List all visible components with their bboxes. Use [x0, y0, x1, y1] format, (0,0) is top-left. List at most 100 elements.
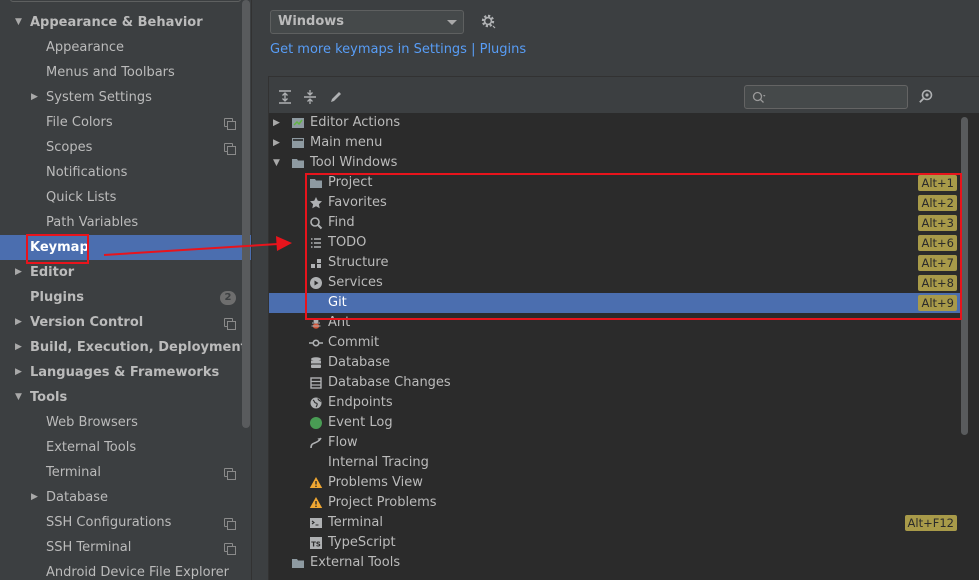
tree-row-terminal[interactable]: Terminal Alt+F12	[269, 513, 961, 533]
tree-row-editor-actions[interactable]: ▶ Editor Actions	[269, 113, 961, 133]
tree-row-label: Commit	[328, 335, 380, 350]
sidebar-item-label: Appearance	[46, 40, 125, 55]
chevron-down-icon	[447, 20, 457, 25]
sidebar-item-label: Build, Execution, Deployment	[30, 340, 247, 355]
gear-icon[interactable]	[480, 13, 496, 29]
chevron-down-icon[interactable]: ▼	[273, 153, 280, 173]
expand-all-icon[interactable]	[277, 89, 293, 105]
editor-actions-icon	[291, 116, 305, 130]
sidebar-item-path-variables[interactable]: Path Variables	[0, 210, 251, 235]
collapse-all-icon[interactable]	[302, 89, 318, 105]
sidebar-item-label: Languages & Frameworks	[30, 365, 220, 380]
sidebar-item-tools[interactable]: ▼ Tools	[0, 385, 251, 410]
sidebar-item-ssh-configurations[interactable]: SSH Configurations	[0, 510, 251, 535]
chevron-right-icon[interactable]: ▶	[273, 133, 280, 153]
sidebar-item-label: Database	[46, 490, 109, 505]
sidebar-item-languages-frameworks[interactable]: ▶ Languages & Frameworks	[0, 360, 251, 385]
sidebar-item-android-device-file-explorer[interactable]: Android Device File Explorer	[0, 560, 251, 580]
tree-row-label: Main menu	[310, 135, 383, 150]
search-icon	[752, 91, 766, 103]
sidebar-item-appearance-behavior[interactable]: ▼ Appearance & Behavior	[0, 10, 251, 35]
sidebar-item-label: External Tools	[46, 440, 137, 455]
sidebar-item-menus-and-toolbars[interactable]: Menus and Toolbars	[0, 60, 251, 85]
settings-sidebar: ▼ Appearance & Behavior Appearance Menus an…	[0, 0, 251, 580]
tree-row-project-problems[interactable]: Project Problems	[269, 493, 961, 513]
sidebar-item-scopes[interactable]: Scopes	[0, 135, 251, 160]
tree-row-label: Internal Tracing	[328, 455, 429, 470]
commit-icon	[309, 336, 323, 350]
globe-icon	[309, 396, 323, 410]
sidebar-item-appearance[interactable]: Appearance	[0, 35, 251, 60]
tree-row-label: Problems View	[328, 475, 423, 490]
keymap-annotation-box	[26, 234, 89, 264]
sidebar-item-notifications[interactable]: Notifications	[0, 160, 251, 185]
sidebar-item-label: Notifications	[46, 165, 128, 180]
sidebar-item-terminal[interactable]: Terminal	[0, 460, 251, 485]
sidebar-item-label: Path Variables	[46, 215, 139, 230]
tree-row-label: Tool Windows	[310, 155, 398, 170]
sidebar-item-version-control[interactable]: ▶ Version Control	[0, 310, 251, 335]
chevron-right-icon[interactable]: ▶	[15, 260, 22, 285]
sidebar-item-external-tools[interactable]: External Tools	[0, 435, 251, 460]
project-scope-icon	[224, 468, 236, 480]
chevron-right-icon[interactable]: ▶	[31, 485, 38, 510]
sidebar-item-label: Android Device File Explorer	[46, 565, 229, 580]
tree-row-external-tools[interactable]: External Tools	[269, 553, 961, 573]
chevron-right-icon[interactable]: ▶	[15, 310, 22, 335]
project-scope-icon	[224, 318, 236, 330]
tree-row-database-changes[interactable]: Database Changes	[269, 373, 961, 393]
sidebar-item-build-execution-deployment[interactable]: ▶ Build, Execution, Deployment	[0, 335, 251, 360]
sidebar-item-ssh-terminal[interactable]: SSH Terminal	[0, 535, 251, 560]
project-scope-icon	[224, 543, 236, 555]
sidebar-scrollbar[interactable]	[242, 0, 250, 428]
tree-row-main-menu[interactable]: ▶ Main menu	[269, 133, 961, 153]
sidebar-search-field[interactable]	[10, 0, 241, 2]
tree-row-label: Event Log	[328, 415, 393, 430]
tree-row-commit[interactable]: Commit	[269, 333, 961, 353]
tree-row-label: External Tools	[310, 555, 401, 570]
sidebar-item-plugins[interactable]: Plugins 2	[0, 285, 251, 310]
sidebar-item-quick-lists[interactable]: Quick Lists	[0, 185, 251, 210]
event-log-icon	[309, 416, 323, 430]
keymap-select[interactable]: Windows	[270, 10, 464, 34]
tree-row-internal-tracing[interactable]: Internal Tracing	[269, 453, 961, 473]
chevron-right-icon[interactable]: ▶	[273, 113, 280, 133]
edit-pencil-icon[interactable]	[328, 89, 344, 105]
sidebar-item-database[interactable]: ▶ Database	[0, 485, 251, 510]
sidebar-item-label: System Settings	[46, 90, 152, 105]
sidebar-item-label: Menus and Toolbars	[46, 65, 175, 80]
sidebar-item-label: Quick Lists	[46, 190, 117, 205]
warning-icon	[309, 496, 323, 510]
sidebar-item-web-browsers[interactable]: Web Browsers	[0, 410, 251, 435]
typescript-icon: TS	[309, 536, 323, 550]
tree-row-database[interactable]: Database	[269, 353, 961, 373]
tree-row-label: Database Changes	[328, 375, 451, 390]
tree-row-event-log[interactable]: Event Log	[269, 413, 961, 433]
tree-row-problems-view[interactable]: Problems View	[269, 473, 961, 493]
folder-icon	[291, 156, 305, 170]
tree-row-endpoints[interactable]: Endpoints	[269, 393, 961, 413]
tree-scrollbar[interactable]	[961, 117, 968, 435]
sidebar-item-label: SSH Configurations	[46, 515, 172, 530]
chevron-right-icon[interactable]: ▶	[15, 335, 22, 360]
sidebar-item-system-settings[interactable]: ▶ System Settings	[0, 85, 251, 110]
tool-windows-annotation-box	[305, 173, 962, 320]
search-input[interactable]	[744, 85, 908, 109]
database-icon	[309, 356, 323, 370]
tree-row-typescript[interactable]: TS TypeScript	[269, 533, 961, 553]
sidebar-item-file-colors[interactable]: File Colors	[0, 110, 251, 135]
sidebar-item-label: SSH Terminal	[46, 540, 132, 555]
chevron-right-icon[interactable]: ▶	[31, 85, 38, 110]
tree-row-label: Editor Actions	[310, 115, 401, 130]
chevron-right-icon[interactable]: ▶	[15, 360, 22, 385]
tree-row-tool-windows[interactable]: ▼ Tool Windows	[269, 153, 961, 173]
sidebar-item-label: Version Control	[30, 315, 144, 330]
chevron-down-icon[interactable]: ▼	[15, 10, 22, 35]
tree-row-flow[interactable]: Flow	[269, 433, 961, 453]
sidebar-item-label: Web Browsers	[46, 415, 138, 430]
chevron-down-icon[interactable]: ▼	[15, 385, 22, 410]
main-menu-icon	[291, 136, 305, 150]
shortcut-badge: Alt+F12	[904, 515, 957, 531]
find-by-shortcut-icon[interactable]	[917, 88, 935, 106]
get-more-keymaps-link[interactable]: Get more keymaps in Settings | Plugins	[270, 42, 526, 57]
